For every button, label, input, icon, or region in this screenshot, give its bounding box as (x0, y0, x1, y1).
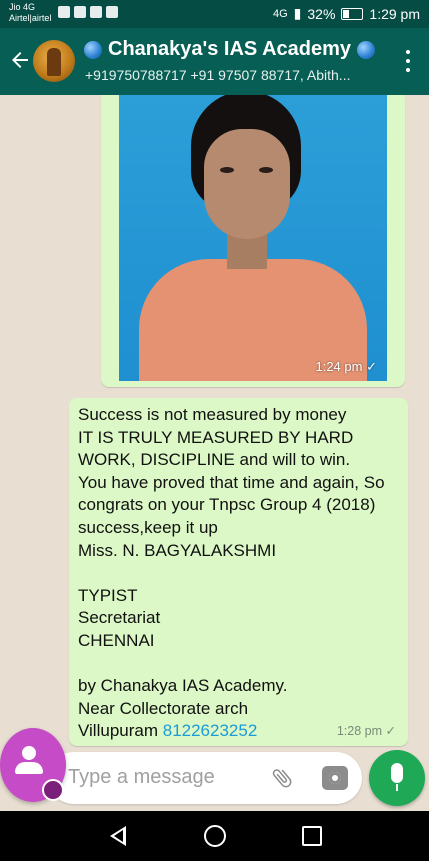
message-input[interactable]: Type a message (68, 766, 215, 789)
chat-badge-icon (42, 779, 64, 801)
chat-header: Chanakya's IAS Academy +919750788717 +91… (0, 28, 429, 95)
message-text: Success is not measured by money IT IS T… (78, 404, 398, 743)
message-input-bar[interactable]: Type a message (48, 752, 362, 804)
phone-number-link[interactable]: 8122623252 (163, 721, 258, 740)
nav-home-icon[interactable] (204, 825, 226, 847)
carrier-info: Jio 4G Airtel|airtel (9, 2, 51, 24)
message-time: 1:28 pm ✓ (336, 724, 396, 738)
carrier-line-1: Jio 4G (9, 2, 36, 12)
chat-title: Chanakya's IAS Academy (108, 38, 352, 60)
youtube-notification-icon (106, 6, 118, 18)
message-time: 1:24 pm ✓ (315, 359, 377, 374)
message-body: Success is not measured by money IT IS T… (78, 405, 385, 741)
carrier-line-2: Airtel|airtel (9, 13, 52, 23)
signal-icon: ▮ (293, 5, 302, 21)
battery-percent: 32% (307, 5, 336, 22)
camera-icon[interactable] (322, 766, 348, 790)
chat-participants[interactable]: +919750788717 +91 97507 88717, Abith... (85, 67, 385, 83)
text-message[interactable]: Success is not measured by money IT IS T… (69, 398, 408, 746)
status-right: 4G ▮ 32% 1:29 pm (273, 5, 420, 22)
image-message[interactable]: 1:24 pm ✓ (101, 95, 405, 387)
globe-icon (84, 40, 102, 59)
phone-notification-icon (90, 6, 102, 18)
clock: 1:29 pm (369, 5, 420, 22)
notification-icons (58, 6, 118, 18)
battery-icon (341, 7, 364, 20)
chat-title-row[interactable]: Chanakya's IAS Academy (84, 38, 384, 61)
photos-notification-icon (58, 6, 70, 18)
status-bar: Jio 4G Airtel|airtel 4G ▮ 32% 1:29 pm (0, 0, 429, 28)
more-vert-icon[interactable] (405, 50, 411, 72)
voice-message-button[interactable] (369, 750, 425, 806)
chrome-notification-icon (74, 6, 86, 18)
nav-recents-icon[interactable] (302, 826, 322, 846)
arrow-left-icon[interactable] (8, 48, 32, 72)
globe-icon (357, 40, 376, 59)
shared-photo[interactable]: 1:24 pm ✓ (119, 95, 387, 381)
nav-back-icon[interactable] (110, 826, 126, 846)
message-list[interactable]: 1:24 pm ✓ Success is not measured by mon… (0, 95, 429, 811)
paperclip-icon[interactable] (270, 766, 294, 790)
mic-icon (391, 763, 403, 783)
person-icon (22, 746, 36, 760)
check-icon: ✓ (366, 359, 377, 374)
contact-fab[interactable] (0, 728, 66, 802)
system-nav-bar (0, 811, 429, 861)
group-avatar[interactable] (33, 40, 75, 82)
check-icon: ✓ (385, 724, 396, 738)
network-type: 4G (272, 7, 288, 20)
